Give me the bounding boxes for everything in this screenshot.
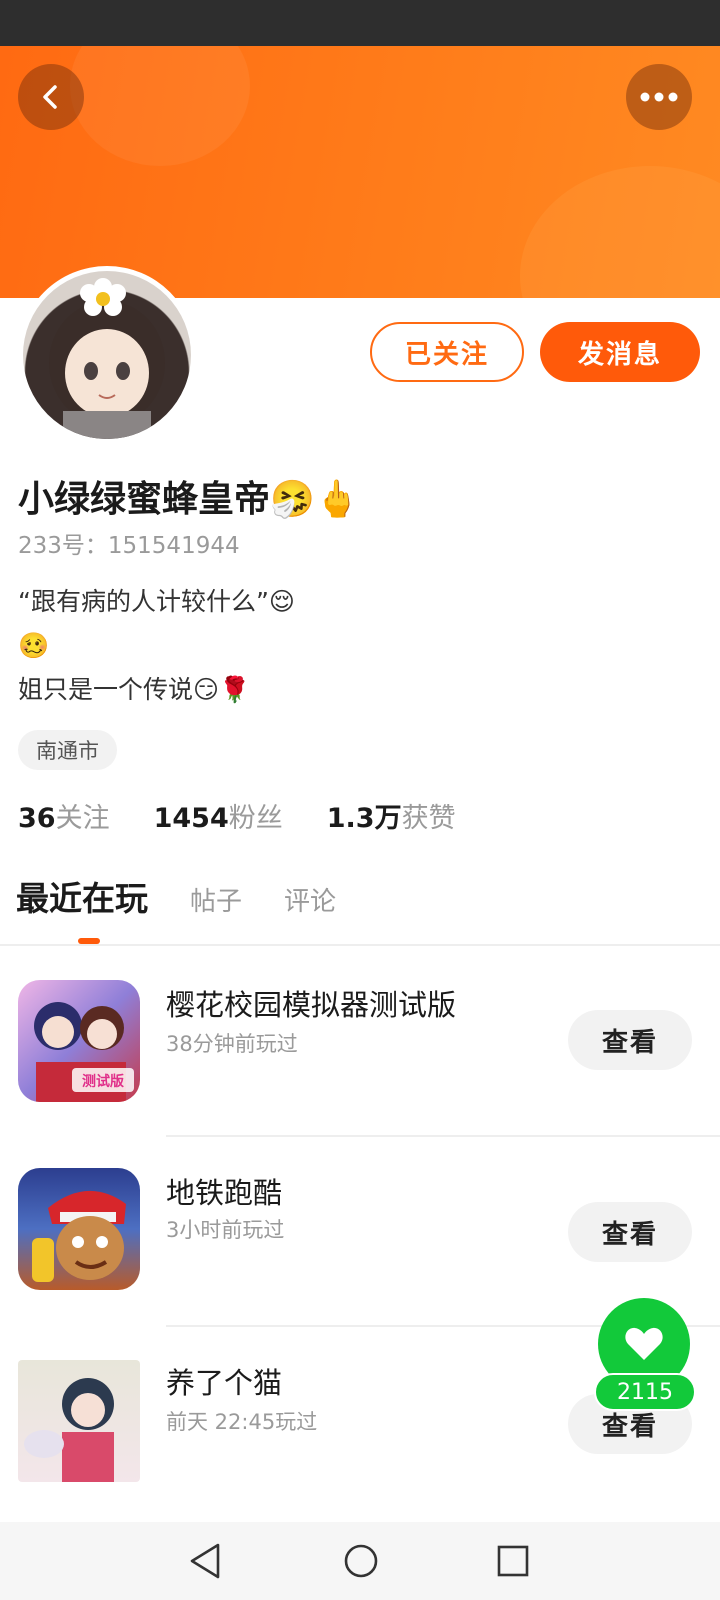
recents-square-icon[interactable] (496, 1544, 530, 1578)
send-message-button[interactable]: 发消息 (540, 322, 700, 382)
tab-posts[interactable]: 帖子 (190, 881, 242, 918)
stat-number: 1454 (153, 803, 229, 834)
heart-icon (625, 1327, 663, 1360)
stat-fans[interactable]: 1454粉丝 (154, 796, 283, 835)
view-button[interactable]: 查看 (568, 1010, 692, 1070)
game-title: 地铁跑酷 (166, 1176, 283, 1210)
svg-text:测试版: 测试版 (82, 1073, 124, 1090)
game-icon-cat (18, 1360, 140, 1482)
game-icon-sakura: 测试版 (18, 980, 140, 1102)
tab-comments[interactable]: 评论 (284, 881, 336, 918)
back-triangle-icon[interactable] (188, 1542, 222, 1580)
stat-number: 1.3万 (326, 803, 402, 834)
home-circle-icon[interactable] (342, 1542, 380, 1580)
stat-label: 获赞 (401, 803, 456, 834)
game-played-time: 3小时前玩过 (166, 1218, 285, 1242)
view-button[interactable]: 查看 (568, 1202, 692, 1262)
system-nav-bar (0, 1522, 720, 1600)
profile-stats: 36关注 1454粉丝 1.3万获赞 (18, 796, 456, 835)
profile-tabs: 最近在玩 帖子 评论 (16, 872, 336, 920)
status-bar (0, 0, 720, 46)
more-button[interactable] (626, 64, 692, 130)
game-played-time: 38分钟前玩过 (166, 1032, 298, 1056)
more-horizontal-icon (640, 92, 678, 102)
divider (166, 1135, 720, 1137)
stat-label: 粉丝 (228, 803, 283, 834)
follow-button[interactable]: 已关注 (370, 322, 524, 382)
profile-banner (0, 46, 720, 298)
game-icon-subway (18, 1168, 140, 1290)
stat-likes: 1.3万获赞 (327, 796, 456, 835)
avatar-image (49, 278, 165, 439)
user-bio: “跟有病的人计较什么”😌 🥴 姐只是一个传说😏🌹 (18, 587, 295, 704)
stat-number: 36 (18, 803, 56, 834)
game-title: 樱花校园模拟器测试版 (166, 988, 457, 1022)
stat-following[interactable]: 36关注 (18, 796, 110, 835)
list-item[interactable]: 测试版 樱花校园模拟器测试版 38分钟前玩过 查看 (0, 960, 720, 1150)
game-played-time: 前天 22:45玩过 (166, 1410, 318, 1434)
stat-label: 关注 (55, 803, 110, 834)
location-tag[interactable]: 南通市 (18, 730, 117, 770)
chevron-left-icon (43, 85, 57, 109)
username: 小绿绿蜜蜂皇帝🤧🖕 (18, 479, 360, 520)
back-button[interactable] (18, 64, 84, 130)
like-count-badge: 2115 (594, 1373, 696, 1411)
user-id: 233号：151541944 (18, 533, 240, 559)
tab-recently-played[interactable]: 最近在玩 (16, 872, 148, 920)
avatar[interactable] (18, 266, 196, 444)
game-title: 养了个猫 (166, 1366, 283, 1400)
divider (0, 944, 720, 946)
